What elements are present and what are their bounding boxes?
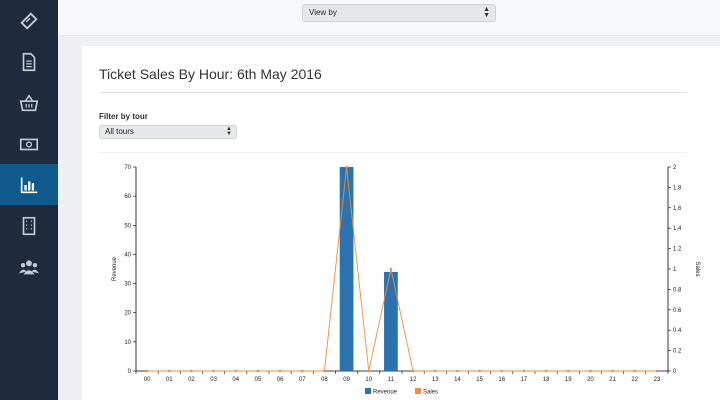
x-tick-label: 10 <box>365 377 372 383</box>
x-tick-label: 03 <box>210 377 217 383</box>
y2-tick-label: 1.8 <box>673 185 682 191</box>
legend-swatch <box>365 388 371 394</box>
sidebar-item-reports[interactable] <box>0 164 58 205</box>
sales-point <box>566 369 570 373</box>
x-tick-label: 19 <box>565 377 572 383</box>
y-axis-label: Revenue <box>112 256 118 281</box>
sales-point <box>300 369 304 373</box>
sales-point <box>655 369 659 373</box>
y2-tick-label: 1 <box>673 267 677 273</box>
sales-point <box>145 369 149 373</box>
x-tick-label: 07 <box>299 377 306 383</box>
sidebar-item-orders[interactable] <box>0 82 58 123</box>
top-bar: View by ▲ ▼ <box>58 0 720 36</box>
view-by-select[interactable]: View by ▲ ▼ <box>302 4 496 22</box>
bar-chart-icon <box>20 177 38 193</box>
y-tick-label: 50 <box>124 223 131 229</box>
building-icon <box>22 216 36 235</box>
y2-tick-label: 0 <box>673 369 677 375</box>
sidebar <box>0 0 58 400</box>
sales-point <box>500 369 504 373</box>
sales-point <box>212 369 215 373</box>
ticket-icon <box>20 11 38 30</box>
sales-chart: Revenue Sales 01020304050607000.20.40.60… <box>112 165 700 396</box>
x-tick-label: 00 <box>144 377 151 383</box>
x-tick-label: 13 <box>432 377 439 383</box>
sales-point <box>323 369 326 373</box>
revenue-bar <box>339 167 354 371</box>
sales-point <box>589 369 592 373</box>
x-tick-label: 16 <box>498 377 505 383</box>
x-tick-label: 08 <box>321 377 328 383</box>
x-tick-label: 06 <box>277 377 284 383</box>
sales-point <box>456 369 459 373</box>
sales-point <box>234 369 238 373</box>
sales-point <box>611 369 614 373</box>
x-tick-label: 22 <box>631 377 638 383</box>
report-panel: Ticket Sales By Hour: 6th May 2016 Filte… <box>82 46 720 400</box>
x-tick-label: 05 <box>255 377 262 383</box>
sales-point <box>167 369 171 373</box>
x-tick-label: 20 <box>587 377 594 383</box>
legend-label: Revenue <box>373 390 398 396</box>
select-arrows-icon: ▲ ▼ <box>483 6 490 19</box>
y2-tick-label: 0.2 <box>673 349 682 355</box>
y2-tick-label: 0.4 <box>673 328 682 334</box>
y2-tick-label: 0.6 <box>673 308 682 314</box>
legend-swatch <box>415 388 421 394</box>
x-tick-label: 01 <box>166 377 173 383</box>
sidebar-item-venues[interactable] <box>0 205 58 246</box>
x-tick-label: 15 <box>476 377 483 383</box>
y2-tick-label: 1.2 <box>673 247 682 253</box>
sidebar-item-customers[interactable] <box>0 246 58 287</box>
y-tick-label: 70 <box>124 165 131 171</box>
sales-point <box>278 369 282 373</box>
sales-point <box>522 369 526 373</box>
sales-point <box>256 369 260 373</box>
sales-point <box>190 369 193 373</box>
x-tick-label: 17 <box>521 377 528 383</box>
sales-point <box>389 267 393 271</box>
revenue-bar <box>384 271 398 371</box>
sidebar-item-payments[interactable] <box>0 123 58 164</box>
y-tick-label: 20 <box>124 311 131 317</box>
sales-point <box>345 165 348 169</box>
sales-point <box>478 369 481 373</box>
sales-point <box>633 369 637 373</box>
y2-tick-label: 2 <box>673 165 677 171</box>
legend-label: Sales <box>423 390 438 396</box>
y2-axis-label: Sales <box>694 261 700 276</box>
x-tick-label: 11 <box>388 377 395 383</box>
sidebar-item-documents[interactable] <box>0 41 58 82</box>
sales-point <box>411 369 415 373</box>
x-tick-label: 09 <box>343 377 350 383</box>
y-tick-label: 60 <box>124 194 131 200</box>
y2-tick-label: 0.8 <box>673 287 682 293</box>
sales-line <box>147 166 657 372</box>
sales-point <box>544 369 548 373</box>
x-tick-label: 23 <box>654 377 661 383</box>
y-tick-label: 40 <box>124 252 131 258</box>
sales-point <box>367 369 371 373</box>
y-tick-label: 30 <box>124 282 131 288</box>
sidebar-item-tickets[interactable] <box>0 0 58 41</box>
y2-tick-label: 1.6 <box>673 206 682 212</box>
view-by-value: View by <box>309 8 337 17</box>
x-tick-label: 21 <box>609 377 616 383</box>
y2-tick-label: 1.4 <box>673 226 682 232</box>
y-tick-label: 10 <box>124 340 131 346</box>
document-icon <box>22 52 36 71</box>
x-tick-label: 02 <box>188 377 195 383</box>
x-tick-label: 04 <box>232 377 239 383</box>
money-icon <box>19 138 39 150</box>
x-tick-label: 12 <box>410 377 417 383</box>
basket-icon <box>19 93 39 111</box>
users-icon <box>18 259 40 274</box>
sales-point <box>433 369 437 373</box>
x-tick-label: 14 <box>454 377 461 383</box>
x-tick-label: 18 <box>543 377 550 383</box>
y-tick-label: 0 <box>128 369 132 375</box>
